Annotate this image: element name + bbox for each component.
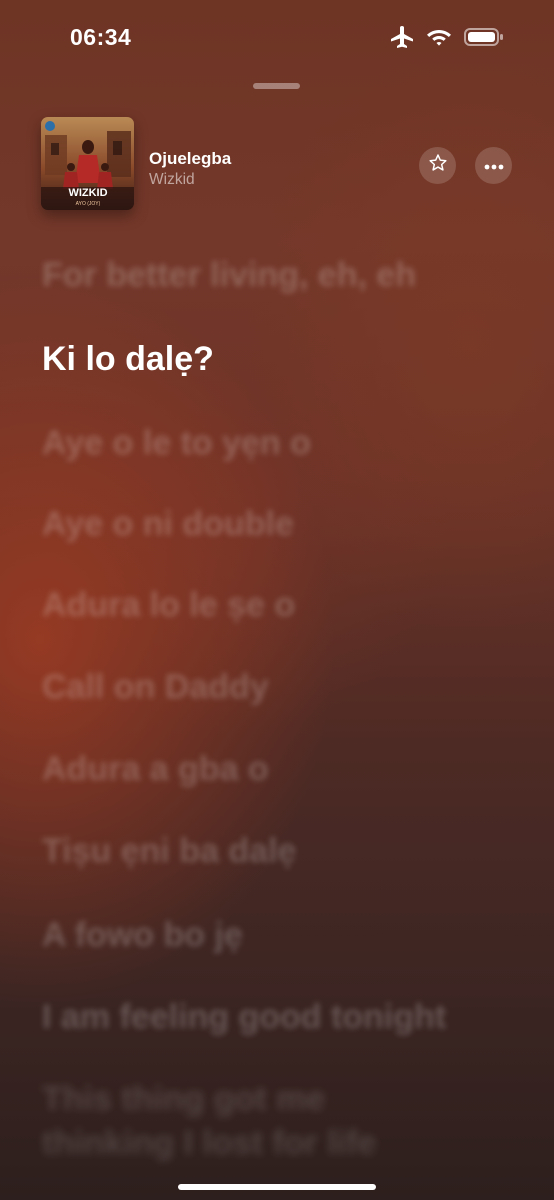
song-title[interactable]: Ojuelegba xyxy=(149,149,231,169)
wifi-icon xyxy=(426,27,452,52)
lyric-line[interactable]: I am feeling good tonight xyxy=(42,998,446,1037)
favorite-button[interactable] xyxy=(419,147,456,184)
status-bar: 06:34 xyxy=(0,0,554,76)
lyric-line[interactable]: Call on Daddy xyxy=(42,668,269,707)
airplane-icon xyxy=(390,26,414,53)
lyric-line[interactable]: Aye o ni double xyxy=(42,505,294,544)
status-icons xyxy=(390,26,504,53)
lyric-line[interactable]: For better living, eh, eh xyxy=(42,256,416,295)
status-time: 06:34 xyxy=(70,24,132,50)
more-options-button[interactable] xyxy=(475,147,512,184)
sheet-grabber[interactable] xyxy=(253,83,300,89)
album-art[interactable]: WIZKID AYO (JOY) xyxy=(41,117,134,210)
battery-icon xyxy=(464,27,504,52)
ellipsis-icon xyxy=(484,157,504,175)
now-playing-header: WIZKID AYO (JOY) Ojuelegba Wizkid xyxy=(41,117,513,211)
lyric-line[interactable]: Adura a gba o xyxy=(42,750,269,789)
artist-name[interactable]: Wizkid xyxy=(149,171,195,189)
album-art-title: WIZKID xyxy=(68,187,107,199)
lyric-line[interactable]: Aye o le to yẹn o xyxy=(42,424,311,463)
album-art-subtitle: AYO (JOY) xyxy=(76,201,101,207)
lyric-line-active[interactable]: Ki lo dalẹ? xyxy=(42,340,214,379)
lyric-line[interactable]: Adura lo le ṣe o xyxy=(42,586,295,625)
lyric-line[interactable]: thinking I lost for life xyxy=(42,1124,376,1163)
star-icon xyxy=(428,153,448,178)
home-indicator[interactable] xyxy=(178,1184,376,1190)
lyric-line[interactable]: Tiṣu ẹni ba dalẹ xyxy=(42,832,296,871)
lyric-line[interactable]: A fowo bo jẹ xyxy=(42,916,243,955)
lyric-line[interactable]: This thing got me xyxy=(42,1080,325,1119)
